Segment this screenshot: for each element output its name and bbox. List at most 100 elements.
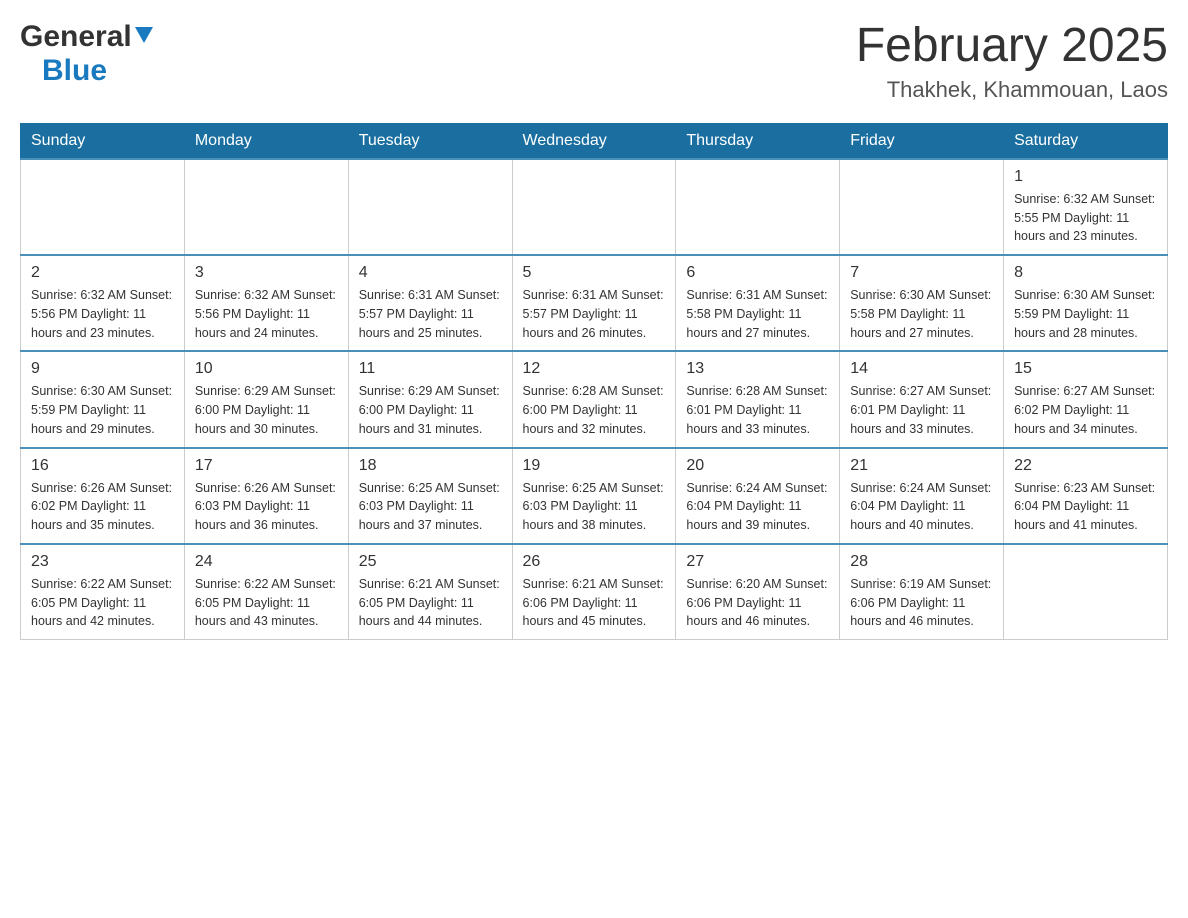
day-number: 16 xyxy=(31,457,174,475)
calendar-day: 23 Sunrise: 6:22 AM Sunset: 6:05 PM Dayli… xyxy=(21,544,185,640)
day-number: 9 xyxy=(31,360,174,378)
day-info: Sunrise: 6:30 AM Sunset: 5:59 PM Dayligh… xyxy=(31,382,174,438)
calendar-day: 14 Sunrise: 6:27 AM Sunset: 6:01 PM Dayli… xyxy=(840,351,1004,447)
day-info: Sunrise: 6:23 AM Sunset: 6:04 PM Dayligh… xyxy=(1014,479,1157,535)
day-info: Sunrise: 6:28 AM Sunset: 6:00 PM Dayligh… xyxy=(523,382,666,438)
header-wednesday: Wednesday xyxy=(512,123,676,159)
day-info: Sunrise: 6:28 AM Sunset: 6:01 PM Dayligh… xyxy=(686,382,829,438)
day-number: 12 xyxy=(523,360,666,378)
calendar-day xyxy=(512,159,676,255)
calendar-day: 6 Sunrise: 6:31 AM Sunset: 5:58 PM Daylig… xyxy=(676,255,840,351)
header-friday: Friday xyxy=(840,123,1004,159)
calendar-day xyxy=(21,159,185,255)
calendar-day: 7 Sunrise: 6:30 AM Sunset: 5:58 PM Daylig… xyxy=(840,255,1004,351)
calendar-day: 26 Sunrise: 6:21 AM Sunset: 6:06 PM Dayli… xyxy=(512,544,676,640)
day-info: Sunrise: 6:21 AM Sunset: 6:05 PM Dayligh… xyxy=(359,575,502,631)
header-saturday: Saturday xyxy=(1004,123,1168,159)
day-info: Sunrise: 6:22 AM Sunset: 6:05 PM Dayligh… xyxy=(31,575,174,631)
calendar-day: 20Sunrise: 6:24 AM Sunset: 6:04 PM Dayli… xyxy=(676,448,840,544)
calendar-day: 22 Sunrise: 6:23 AM Sunset: 6:04 PM Dayli… xyxy=(1004,448,1168,544)
calendar-day: 24 Sunrise: 6:22 AM Sunset: 6:05 PM Dayli… xyxy=(184,544,348,640)
calendar-day: 8Sunrise: 6:30 AM Sunset: 5:59 PM Daylig… xyxy=(1004,255,1168,351)
calendar-day: 21Sunrise: 6:24 AM Sunset: 6:04 PM Dayli… xyxy=(840,448,1004,544)
day-info: Sunrise: 6:26 AM Sunset: 6:02 PM Dayligh… xyxy=(31,479,174,535)
calendar-week-3: 9 Sunrise: 6:30 AM Sunset: 5:59 PM Daylig… xyxy=(21,351,1168,447)
day-info: Sunrise: 6:27 AM Sunset: 6:01 PM Dayligh… xyxy=(850,382,993,438)
calendar-day: 1Sunrise: 6:32 AM Sunset: 5:55 PM Daylig… xyxy=(1004,159,1168,255)
calendar-day: 2 Sunrise: 6:32 AM Sunset: 5:56 PM Daylig… xyxy=(21,255,185,351)
calendar-day: 3 Sunrise: 6:32 AM Sunset: 5:56 PM Daylig… xyxy=(184,255,348,351)
day-info: Sunrise: 6:25 AM Sunset: 6:03 PM Dayligh… xyxy=(359,479,502,535)
day-number: 21 xyxy=(850,457,993,475)
calendar-day: 15 Sunrise: 6:27 AM Sunset: 6:02 PM Dayli… xyxy=(1004,351,1168,447)
day-number: 11 xyxy=(359,360,502,378)
calendar-week-4: 16 Sunrise: 6:26 AM Sunset: 6:02 PM Dayli… xyxy=(21,448,1168,544)
calendar-day: 12 Sunrise: 6:28 AM Sunset: 6:00 PM Dayli… xyxy=(512,351,676,447)
page-header: General Blue February 2025 Thakhek, Kham… xyxy=(20,20,1168,103)
calendar-day: 27Sunrise: 6:20 AM Sunset: 6:06 PM Dayli… xyxy=(676,544,840,640)
day-info: Sunrise: 6:30 AM Sunset: 5:58 PM Dayligh… xyxy=(850,286,993,342)
day-number: 17 xyxy=(195,457,338,475)
day-info: Sunrise: 6:31 AM Sunset: 5:58 PM Dayligh… xyxy=(686,286,829,342)
calendar-day: 11 Sunrise: 6:29 AM Sunset: 6:00 PM Dayli… xyxy=(348,351,512,447)
logo-triangle-icon xyxy=(135,27,153,48)
day-number: 14 xyxy=(850,360,993,378)
day-number: 7 xyxy=(850,264,993,282)
calendar-table: Sunday Monday Tuesday Wednesday Thursday… xyxy=(20,123,1168,640)
calendar-day: 13 Sunrise: 6:28 AM Sunset: 6:01 PM Dayli… xyxy=(676,351,840,447)
day-info: Sunrise: 6:21 AM Sunset: 6:06 PM Dayligh… xyxy=(523,575,666,631)
day-number: 26 xyxy=(523,553,666,571)
calendar-day: 5 Sunrise: 6:31 AM Sunset: 5:57 PM Daylig… xyxy=(512,255,676,351)
logo-general-text: General xyxy=(20,20,132,54)
day-info: Sunrise: 6:26 AM Sunset: 6:03 PM Dayligh… xyxy=(195,479,338,535)
calendar-day: 9 Sunrise: 6:30 AM Sunset: 5:59 PM Daylig… xyxy=(21,351,185,447)
calendar-day xyxy=(348,159,512,255)
header-sunday: Sunday xyxy=(21,123,185,159)
day-number: 18 xyxy=(359,457,502,475)
day-info: Sunrise: 6:25 AM Sunset: 6:03 PM Dayligh… xyxy=(523,479,666,535)
day-info: Sunrise: 6:29 AM Sunset: 6:00 PM Dayligh… xyxy=(195,382,338,438)
day-info: Sunrise: 6:19 AM Sunset: 6:06 PM Dayligh… xyxy=(850,575,993,631)
day-info: Sunrise: 6:31 AM Sunset: 5:57 PM Dayligh… xyxy=(523,286,666,342)
calendar-day: 19Sunrise: 6:25 AM Sunset: 6:03 PM Dayli… xyxy=(512,448,676,544)
day-info: Sunrise: 6:32 AM Sunset: 5:55 PM Dayligh… xyxy=(1014,190,1157,246)
calendar-week-5: 23 Sunrise: 6:22 AM Sunset: 6:05 PM Dayli… xyxy=(21,544,1168,640)
title-section: February 2025 Thakhek, Khammouan, Laos xyxy=(856,20,1168,103)
calendar-day: 25 Sunrise: 6:21 AM Sunset: 6:05 PM Dayli… xyxy=(348,544,512,640)
day-number: 23 xyxy=(31,553,174,571)
day-number: 25 xyxy=(359,553,502,571)
day-info: Sunrise: 6:20 AM Sunset: 6:06 PM Dayligh… xyxy=(686,575,829,631)
day-info: Sunrise: 6:22 AM Sunset: 6:05 PM Dayligh… xyxy=(195,575,338,631)
calendar-day xyxy=(1004,544,1168,640)
calendar-day: 4Sunrise: 6:31 AM Sunset: 5:57 PM Daylig… xyxy=(348,255,512,351)
calendar-day xyxy=(676,159,840,255)
month-title: February 2025 xyxy=(856,20,1168,73)
day-info: Sunrise: 6:29 AM Sunset: 6:00 PM Dayligh… xyxy=(359,382,502,438)
logo: General Blue xyxy=(20,20,153,88)
day-info: Sunrise: 6:24 AM Sunset: 6:04 PM Dayligh… xyxy=(686,479,829,535)
day-number: 5 xyxy=(523,264,666,282)
calendar-day: 28Sunrise: 6:19 AM Sunset: 6:06 PM Dayli… xyxy=(840,544,1004,640)
day-number: 10 xyxy=(195,360,338,378)
day-number: 3 xyxy=(195,264,338,282)
location-label: Thakhek, Khammouan, Laos xyxy=(856,77,1168,103)
calendar-day: 16 Sunrise: 6:26 AM Sunset: 6:02 PM Dayli… xyxy=(21,448,185,544)
day-number: 4 xyxy=(359,264,502,282)
calendar-day xyxy=(840,159,1004,255)
header-thursday: Thursday xyxy=(676,123,840,159)
day-number: 6 xyxy=(686,264,829,282)
calendar-week-1: 1Sunrise: 6:32 AM Sunset: 5:55 PM Daylig… xyxy=(21,159,1168,255)
day-number: 13 xyxy=(686,360,829,378)
logo-blue-text: Blue xyxy=(42,54,107,88)
day-info: Sunrise: 6:27 AM Sunset: 6:02 PM Dayligh… xyxy=(1014,382,1157,438)
day-number: 22 xyxy=(1014,457,1157,475)
day-number: 8 xyxy=(1014,264,1157,282)
calendar-day: 18 Sunrise: 6:25 AM Sunset: 6:03 PM Dayli… xyxy=(348,448,512,544)
calendar-week-2: 2 Sunrise: 6:32 AM Sunset: 5:56 PM Daylig… xyxy=(21,255,1168,351)
day-info: Sunrise: 6:32 AM Sunset: 5:56 PM Dayligh… xyxy=(31,286,174,342)
day-number: 15 xyxy=(1014,360,1157,378)
day-number: 2 xyxy=(31,264,174,282)
day-info: Sunrise: 6:32 AM Sunset: 5:56 PM Dayligh… xyxy=(195,286,338,342)
day-number: 24 xyxy=(195,553,338,571)
header-monday: Monday xyxy=(184,123,348,159)
